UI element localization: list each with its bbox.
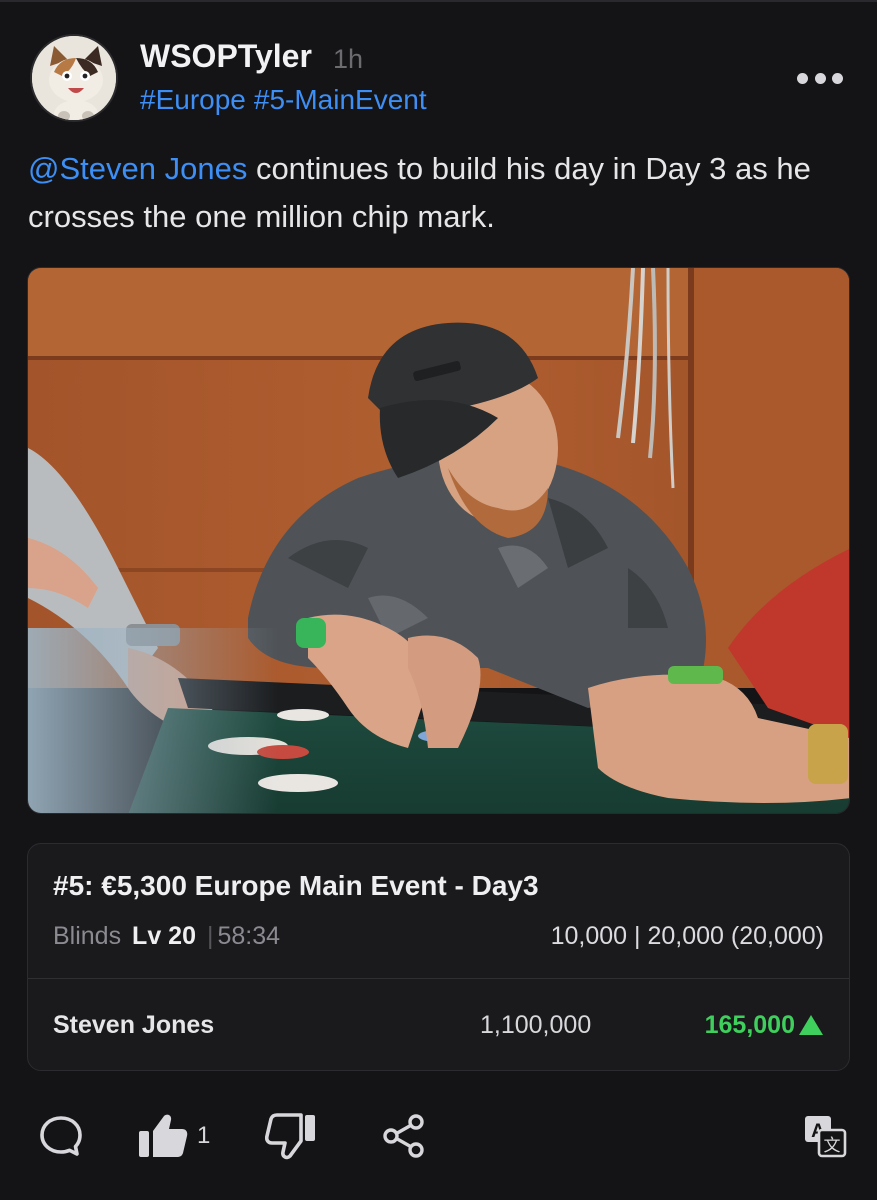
chip-change-value: 165,000 — [704, 1011, 795, 1039]
more-horizontal-icon[interactable] — [797, 64, 843, 92]
translate-button[interactable]: A 文 — [802, 1110, 848, 1162]
post-photo[interactable] — [27, 267, 850, 814]
thumbs-down-icon — [265, 1113, 315, 1160]
blinds-label: Blinds — [53, 922, 122, 950]
thumbs-up-icon — [139, 1114, 188, 1157]
translate-icon: A 文 — [805, 1116, 847, 1158]
tag-main-event[interactable]: #5-MainEvent — [254, 84, 427, 115]
comment-bubble-icon — [40, 1116, 82, 1156]
blinds-info: Blinds Lv 20 | 58:34 — [53, 922, 280, 951]
separator: | — [206, 922, 214, 950]
svg-text:文: 文 — [824, 1136, 841, 1156]
tournament-card[interactable]: #5: €5,300 Europe Main Event - Day3 Blin… — [27, 843, 850, 1071]
chip-change: 165,000 — [705, 1011, 823, 1040]
divider — [28, 978, 849, 979]
comment-button[interactable] — [38, 1110, 84, 1162]
like-button[interactable]: 1 — [137, 1110, 210, 1162]
share-icon — [383, 1114, 424, 1158]
up-arrow-icon — [799, 1014, 823, 1035]
blinds-values: 10,000 | 20,000 (20,000) — [550, 922, 824, 950]
player-name[interactable]: Steven Jones — [53, 1011, 214, 1040]
poker-player-photo — [28, 268, 849, 813]
avatar[interactable] — [30, 34, 118, 122]
share-button[interactable] — [380, 1110, 428, 1162]
post-body: @Steven Jones continues to build his day… — [28, 145, 853, 241]
tag-europe[interactable]: #Europe — [140, 84, 246, 115]
blind-level: Lv 20 — [132, 922, 196, 950]
post-timestamp: 1h — [333, 44, 364, 74]
post-tags: #Europe #5-MainEvent — [140, 84, 435, 116]
user-mention[interactable]: @Steven Jones — [28, 151, 247, 186]
chip-count: 1,100,000 — [480, 1011, 592, 1039]
dislike-button[interactable] — [265, 1110, 317, 1162]
event-title: #5: €5,300 Europe Main Event - Day3 — [53, 870, 539, 901]
like-count: 1 — [197, 1122, 211, 1149]
username[interactable]: WSOPTyler — [140, 38, 312, 75]
cat-mascot-avatar-icon — [32, 36, 116, 120]
post-view: WSOPTyler 1h #Europe #5-MainEvent @Steven… — [0, 0, 877, 1200]
level-clock: 58:34 — [217, 922, 280, 950]
